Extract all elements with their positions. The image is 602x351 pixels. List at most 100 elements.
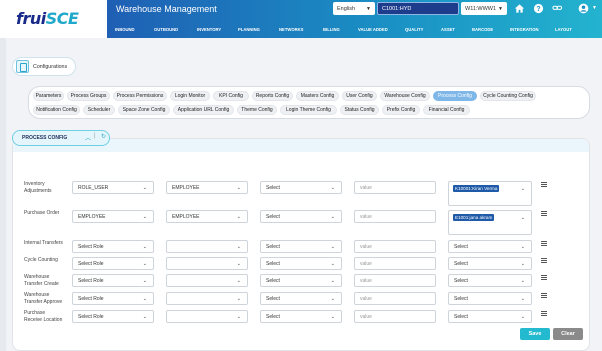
chevron-down-icon: ⌄ (330, 214, 335, 220)
user-select[interactable]: Select ⌄ (448, 292, 532, 305)
row-label-warehouse-transfer-create: Warehouse Transfer Create (24, 274, 59, 287)
option-select[interactable]: Select ⌄ (260, 240, 342, 253)
option-select[interactable]: Select ⌄ (260, 210, 342, 223)
role-select[interactable]: Select Role ⌄ (72, 274, 154, 287)
menu-icon[interactable] (541, 311, 547, 317)
value-input[interactable]: value (354, 210, 436, 223)
chevron-down-icon: ⌄ (142, 261, 147, 267)
clear-button[interactable]: Clear (553, 328, 583, 340)
role-select[interactable]: Select Role ⌄ (72, 292, 154, 305)
breadcrumb[interactable]: Configurations (12, 57, 76, 76)
home-icon[interactable] (514, 3, 525, 14)
role-select[interactable]: EMPLOYEE ⌄ (72, 210, 154, 223)
nav-value-added[interactable]: VALUE ADDED (358, 27, 388, 32)
tab-kpi-config[interactable]: KPI Config (213, 91, 249, 101)
tab-login-theme-config[interactable]: Login Theme Config (280, 105, 337, 115)
chevron-up-icon[interactable]: ︿ (85, 133, 91, 142)
tab-notification-config[interactable]: Notification Config (33, 105, 80, 115)
nav-inbound[interactable]: INBOUND (115, 27, 135, 32)
menu-icon[interactable] (541, 275, 547, 281)
nav-billing[interactable]: BILLING (323, 27, 340, 32)
menu-icon[interactable] (541, 241, 547, 247)
role2-select[interactable]: ⌄ (166, 274, 248, 287)
location-select[interactable]: C1001:HYD (377, 2, 459, 15)
option-select[interactable]: Select ⌄ (260, 310, 342, 323)
chevron-down-icon: ⌄ (236, 296, 241, 302)
role-select[interactable]: Select Role ⌄ (72, 257, 154, 270)
tab-process-permissions[interactable]: Process Permissions (113, 91, 167, 101)
nav-barcode[interactable]: BARCODE (472, 27, 493, 32)
option-select[interactable]: Select ⌄ (260, 274, 342, 287)
user-chip[interactable]: K10001:Kiran Verma (453, 185, 500, 192)
warehouse-select[interactable]: W11:WWW1 ▼ (461, 2, 507, 15)
nav-integration[interactable]: INTEGRATION (510, 27, 539, 32)
chevron-down-icon: ⌄ (142, 296, 147, 302)
role-select[interactable]: ROLE_USER ⌄ (72, 181, 154, 194)
tab-cycle-counting-config[interactable]: Cycle Counting Config (480, 91, 536, 101)
refresh-icon[interactable]: ↻ (101, 133, 106, 140)
value-input[interactable]: value (354, 292, 436, 305)
tab-user-config[interactable]: User Config (342, 91, 377, 101)
role-select[interactable]: Select Role ⌄ (72, 240, 154, 253)
app-title: Warehouse Management (116, 4, 217, 14)
tab-theme-config[interactable]: Theme Config (237, 105, 277, 115)
user-chip[interactable]: E1001:jana akram (453, 214, 495, 221)
tab-status-config[interactable]: Status Config (340, 105, 379, 115)
language-select[interactable]: English ▼ (333, 2, 375, 15)
menu-icon[interactable] (541, 258, 547, 264)
nav-inventory[interactable]: INVENTORY (197, 27, 221, 32)
value-input[interactable]: value (354, 274, 436, 287)
tab-warehouse-config[interactable]: Warehouse Config (380, 91, 430, 101)
user-multiselect[interactable]: K10001:Kiran Verma ⌄ (448, 181, 532, 206)
user-select[interactable]: Select ⌄ (448, 240, 532, 253)
tab-application-url-config[interactable]: Application URL Config (173, 105, 234, 115)
help-icon[interactable]: ? (533, 3, 544, 14)
option-select[interactable]: Select ⌄ (260, 292, 342, 305)
tab-financial-config[interactable]: Financial Config (423, 105, 470, 115)
role2-select[interactable]: EMPLOYEE ⌄ (166, 210, 248, 223)
value-input[interactable]: value (354, 181, 436, 194)
role-select[interactable]: Select Role ⌄ (72, 310, 154, 323)
tab-space-zone-config[interactable]: Space Zone Config (118, 105, 170, 115)
nav-planning[interactable]: PLANNING (238, 27, 260, 32)
menu-icon[interactable] (541, 293, 547, 299)
chevron-down-icon: ⌄ (330, 261, 335, 267)
user-select[interactable]: Select ⌄ (448, 257, 532, 270)
value-input[interactable]: value (354, 310, 436, 323)
option-select[interactable]: Select ⌄ (260, 181, 342, 194)
save-button[interactable]: Save (520, 328, 550, 340)
tab-prefix-config[interactable]: Prefix Config (382, 105, 420, 115)
tab-scheduler[interactable]: Scheduler (83, 105, 115, 115)
user-avatar-icon[interactable] (578, 3, 589, 14)
tab-masters-config[interactable]: Masters Config (296, 91, 339, 101)
role2-select[interactable]: ⌄ (166, 310, 248, 323)
tab-reports-config[interactable]: Reports Config (252, 91, 293, 101)
nav-networks[interactable]: NETWORKS (279, 27, 303, 32)
value-input[interactable]: value (354, 257, 436, 270)
user-select[interactable]: Select ⌄ (448, 310, 532, 323)
chevron-down-icon[interactable]: ▼ (592, 5, 597, 11)
user-select[interactable]: Select ⌄ (448, 274, 532, 287)
row-label-inventory-adjustments: Inventory Adjustments (24, 181, 52, 194)
tab-parameters[interactable]: Parameters (33, 91, 64, 101)
tab-process-config[interactable]: Process Config (433, 91, 477, 101)
role2-select[interactable]: EMPLOYEE ⌄ (166, 181, 248, 194)
user-multiselect[interactable]: E1001:jana akram ⌄ (448, 210, 532, 235)
app-root: fruiSCE Warehouse Management English ▼ C1… (0, 0, 602, 351)
tab-process-groups[interactable]: Process Groups (67, 91, 110, 101)
nav-quality[interactable]: QUALITY (405, 27, 423, 32)
role2-select[interactable]: ⌄ (166, 257, 248, 270)
role2-select[interactable]: ⌄ (166, 292, 248, 305)
role2-select[interactable]: ⌄ (166, 240, 248, 253)
nav-layout[interactable]: LAYOUT (555, 27, 572, 32)
chevron-down-icon: ⌄ (330, 185, 335, 191)
link-icon[interactable] (552, 3, 563, 14)
menu-icon[interactable] (541, 182, 547, 188)
tab-login-monitor[interactable]: Login Monitor (170, 91, 210, 101)
value-input[interactable]: value (354, 240, 436, 253)
chevron-down-icon: ⌄ (520, 314, 525, 320)
nav-asset[interactable]: ASSET (441, 27, 455, 32)
menu-icon[interactable] (541, 211, 547, 217)
option-select[interactable]: Select ⌄ (260, 257, 342, 270)
nav-outbound[interactable]: OUTBOUND (154, 27, 178, 32)
